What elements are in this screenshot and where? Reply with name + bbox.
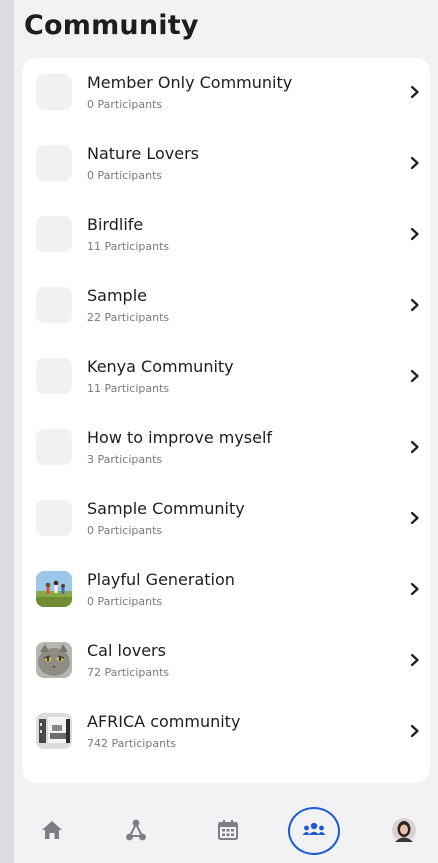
community-thumbnail bbox=[36, 287, 72, 323]
community-name: Kenya Community bbox=[87, 357, 234, 376]
bottom-tab-bar bbox=[14, 800, 438, 863]
community-row[interactable]: Member Only Community 0 Participants bbox=[22, 58, 430, 129]
chevron-right-icon bbox=[410, 369, 419, 383]
community-thumbnail bbox=[36, 216, 72, 252]
community-icon bbox=[302, 822, 326, 835]
community-name: Cal lovers bbox=[87, 641, 166, 660]
chevron-right-icon bbox=[410, 653, 419, 667]
community-name: Nature Lovers bbox=[87, 144, 199, 163]
tab-profile[interactable] bbox=[386, 812, 422, 848]
participant-count: 22 Participants bbox=[87, 311, 170, 324]
community-name: Playful Generation bbox=[87, 570, 235, 589]
participant-count: 3 Participants bbox=[87, 453, 163, 466]
network-icon bbox=[126, 819, 146, 841]
participant-count: 0 Participants bbox=[87, 169, 163, 182]
community-thumbnail bbox=[36, 713, 72, 749]
community-name: Sample Community bbox=[87, 499, 245, 518]
office-photo bbox=[36, 713, 72, 749]
tab-home[interactable] bbox=[34, 812, 70, 848]
community-row[interactable]: How to improve myself 3 Participants bbox=[22, 413, 430, 484]
tab-community[interactable] bbox=[296, 812, 332, 848]
community-name: AFRICA community bbox=[87, 712, 241, 731]
community-thumbnail bbox=[36, 642, 72, 678]
community-row[interactable]: Kenya Community 11 Participants bbox=[22, 342, 430, 413]
chevron-right-icon bbox=[410, 85, 419, 99]
participant-count: 0 Participants bbox=[87, 98, 163, 111]
chevron-right-icon bbox=[410, 582, 419, 596]
community-row[interactable]: Nature Lovers 0 Participants bbox=[22, 129, 430, 200]
community-name: Birdlife bbox=[87, 215, 144, 234]
community-thumbnail bbox=[36, 358, 72, 394]
participant-count: 11 Participants bbox=[87, 382, 170, 395]
cat-photo bbox=[36, 642, 72, 678]
community-name: How to improve myself bbox=[87, 428, 273, 447]
community-row[interactable]: Cal lovers 72 Participants bbox=[22, 626, 430, 697]
participant-count: 0 Participants bbox=[87, 595, 163, 608]
home-icon bbox=[42, 821, 62, 839]
community-screen: Community Member Only Community 0 Partic… bbox=[14, 0, 438, 863]
community-row[interactable]: AFRICA community 742 Participants bbox=[22, 697, 430, 768]
page-title: Community bbox=[24, 10, 199, 41]
chevron-right-icon bbox=[410, 156, 419, 170]
kids-photo bbox=[36, 571, 72, 607]
participant-count: 11 Participants bbox=[87, 240, 170, 253]
participant-count: 0 Participants bbox=[87, 524, 163, 537]
community-thumbnail bbox=[36, 145, 72, 181]
chevron-right-icon bbox=[410, 724, 419, 738]
tab-calendar[interactable] bbox=[210, 812, 246, 848]
community-name: Member Only Community bbox=[87, 73, 293, 92]
community-thumbnail bbox=[36, 571, 72, 607]
calendar-icon bbox=[218, 820, 238, 840]
community-name: Sample bbox=[87, 286, 147, 305]
tab-network[interactable] bbox=[118, 812, 154, 848]
community-row[interactable]: Sample Community 0 Participants bbox=[22, 484, 430, 555]
community-thumbnail bbox=[36, 500, 72, 536]
community-row[interactable]: Birdlife 11 Participants bbox=[22, 200, 430, 271]
community-list: Member Only Community 0 Participants Nat… bbox=[22, 58, 430, 783]
chevron-right-icon bbox=[410, 227, 419, 241]
background-edge bbox=[0, 0, 14, 863]
chevron-right-icon bbox=[410, 298, 419, 312]
participant-count: 72 Participants bbox=[87, 666, 170, 679]
chevron-right-icon bbox=[410, 440, 419, 454]
participant-count: 742 Participants bbox=[87, 737, 177, 750]
community-thumbnail bbox=[36, 429, 72, 465]
community-row[interactable]: Sample 22 Participants bbox=[22, 271, 430, 342]
chevron-right-icon bbox=[410, 511, 419, 525]
community-thumbnail bbox=[36, 74, 72, 110]
community-row[interactable]: Playful Generation 0 Participants bbox=[22, 555, 430, 626]
profile-avatar bbox=[392, 818, 416, 842]
